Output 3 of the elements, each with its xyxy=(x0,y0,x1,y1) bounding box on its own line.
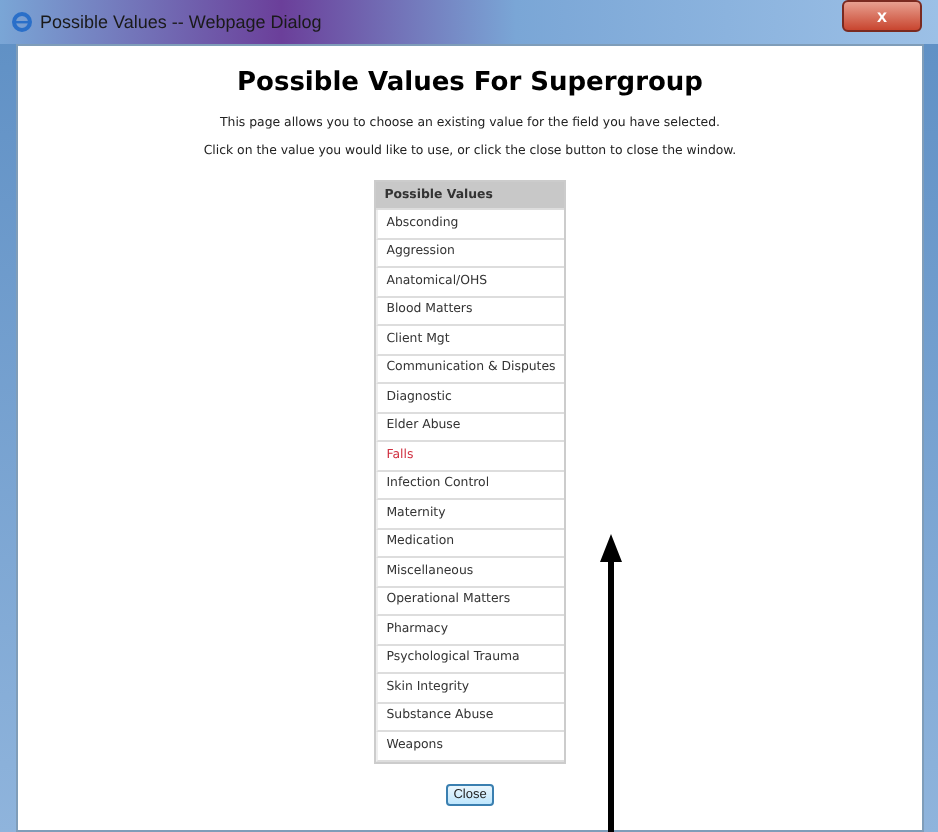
page-heading: Possible Values For Supergroup xyxy=(237,68,703,98)
browser-icon xyxy=(12,12,32,32)
window-title: Possible Values -- Webpage Dialog xyxy=(40,12,324,32)
